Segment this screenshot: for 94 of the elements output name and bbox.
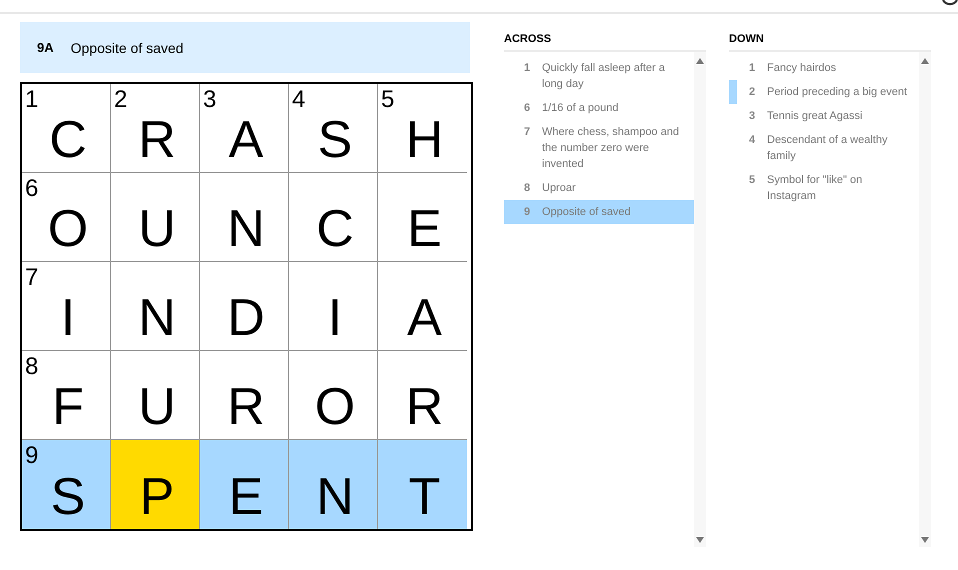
cell-letter: E [228,471,264,523]
grid-cell[interactable]: N [289,440,378,529]
grid-cell[interactable]: U [111,351,200,440]
clue-text: Where chess, shampoo and the number zero were invented [542,125,680,172]
clue-item[interactable]: 3 Tennis great Agassi [729,104,919,128]
scroll-up-icon[interactable] [696,58,704,64]
scroll-up-icon[interactable] [921,58,929,64]
cell-letter: R [138,114,176,166]
cell-letter: N [316,471,354,523]
cell-letter: F [52,381,84,433]
cell-number: 7 [25,266,38,290]
grid-cell[interactable]: 3 A [200,84,289,173]
cell-letter: U [138,203,176,255]
grid-cell[interactable]: I [289,262,378,351]
clue-text: Tennis great Agassi [767,109,864,124]
clue-number: 6 [524,101,532,116]
clue-item[interactable]: 1 Quickly fall asleep after a long day [504,56,694,96]
cell-number: 9 [25,444,38,468]
cell-letter: I [328,292,342,344]
clue-item[interactable]: 6 1/16 of a pound [504,96,694,120]
clue-number: 1 [749,61,756,76]
cell-number: 1 [25,88,38,112]
cell-letter: C [316,203,354,255]
clue-list-heading: ACROSS [504,32,552,47]
clue-number: 4 [749,133,756,148]
grid-cell[interactable]: 8 F [22,351,111,440]
cell-letter: A [228,114,264,166]
cell-letter: O [48,203,88,255]
cell-letter: N [227,203,265,255]
clue-number: 5 [749,173,756,188]
clue-item[interactable]: 8 Uproar [504,176,694,200]
grid-cell[interactable]: C [289,173,378,262]
cell-number: 3 [203,88,216,112]
cell-letter: S [50,471,86,523]
clue-text: Descendant of a wealthy family [767,133,888,164]
cell-number: 4 [292,88,306,112]
scroll-down-icon[interactable] [696,537,704,543]
clue-number: 8 [524,181,532,196]
grid-cell[interactable]: 6 O [22,173,111,262]
grid-cell[interactable]: 1 C [22,84,111,173]
grid-cell[interactable]: O [289,351,378,440]
cell-number: 8 [25,355,38,379]
clue-item[interactable]: 1 Fancy hairdos [729,56,919,80]
grid-cell[interactable]: E [200,440,289,529]
grid-cell[interactable]: 7 I [22,262,111,351]
clue-text: Opposite of saved [70,40,184,56]
grid-cell[interactable]: U [111,173,200,262]
clue-number: 7 [524,125,532,140]
clue-item[interactable]: 4 Descendant of a wealthy family [729,128,919,168]
cell-letter: U [138,381,176,433]
clue-item[interactable]: 5 Symbol for "like" on Instagram [729,168,919,208]
clue-number: 9 [524,205,532,220]
clue-text: 1/16 of a pound [542,101,620,116]
clue-label: 9A [37,40,54,55]
cell-letter: D [227,292,265,344]
cell-letter: N [138,292,176,344]
grid-cell[interactable]: D [200,262,289,351]
clue-text: Fancy hairdos [767,61,838,76]
clue-number: 2 [749,85,756,100]
scrollbar[interactable] [694,52,706,547]
grid-cell[interactable]: P [111,440,200,529]
clue-text: Quickly fall asleep after a long day [542,61,666,92]
cell-number: 5 [381,88,394,112]
cell-number: 2 [114,88,128,112]
grid-cell[interactable]: R [200,351,289,440]
cell-letter: I [60,292,76,344]
grid-cell[interactable]: N [200,173,289,262]
cell-letter: T [408,471,440,523]
scrollbar[interactable] [919,52,931,547]
grid-cell[interactable]: 2 R [111,84,200,173]
grid-cell[interactable]: 4 S [289,84,378,173]
cell-letter: H [406,114,444,166]
cell-letter: S [318,114,352,166]
clue-list-heading: DOWN [729,32,765,47]
clue-number: 3 [749,109,756,124]
cell-letter: R [406,381,444,433]
cell-letter: C [49,114,87,166]
cell-letter: E [407,203,442,255]
clue-text: Uproar [542,181,577,196]
grid-cell[interactable]: T [378,440,467,529]
cell-letter: R [227,381,265,433]
cell-letter: A [407,292,442,344]
grid-cell[interactable]: N [111,262,200,351]
clue-text: Symbol for "like" on Instagram [767,173,864,204]
clue-item[interactable]: 7 Where chess, shampoo and the number zero were invented [504,120,694,176]
cell-number: 6 [25,177,38,201]
cell-letter: P [140,471,174,523]
cell-letter: O [314,381,356,433]
grid-cell[interactable]: 9 S [22,440,111,529]
clue-text: Period preceding a big event [767,85,908,100]
clue-number: 1 [524,61,532,76]
scroll-down-icon[interactable] [921,537,929,543]
clue-item[interactable]: 2 Period preceding a big event [729,80,919,104]
clue-text: Opposite of saved [542,205,632,220]
